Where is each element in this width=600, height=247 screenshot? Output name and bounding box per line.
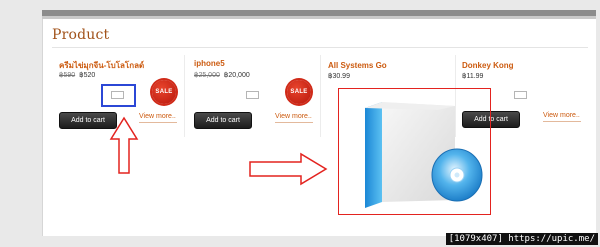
new-price: ฿520	[79, 72, 96, 79]
sale-badge: SALE	[287, 80, 311, 104]
product-price: ฿25,000 ฿20,000	[194, 71, 250, 79]
new-price: ฿11.99	[462, 73, 484, 80]
product-price: ฿590 ฿520	[59, 71, 95, 79]
column-divider	[320, 55, 321, 137]
right-arrow-annotation	[249, 152, 328, 186]
up-arrow-annotation	[109, 116, 139, 174]
title-divider	[52, 47, 588, 48]
highlight-box	[101, 84, 136, 107]
panel-top-bar-shadow	[42, 16, 596, 19]
product-price: ฿30.99	[328, 72, 350, 80]
view-more-link[interactable]: View more..	[139, 113, 176, 120]
sale-badge: SALE	[152, 80, 176, 104]
product-name[interactable]: All Systems Go	[328, 61, 387, 70]
product-name[interactable]: iphone5	[194, 59, 225, 68]
view-more-underline	[139, 122, 177, 123]
view-more-link[interactable]: View more..	[275, 113, 312, 120]
screenshot-stage: Product ครีมไข่มุกจีน-โบโลโกลด์ ฿590 ฿520…	[0, 0, 600, 247]
software-box-image[interactable]	[360, 98, 485, 210]
old-price: ฿25,000	[194, 72, 220, 79]
view-more-underline	[275, 122, 313, 123]
compare-checkbox[interactable]	[246, 91, 259, 99]
column-divider	[184, 55, 185, 137]
image-watermark: [1079x407] https://upic.me/	[445, 233, 598, 245]
old-price: ฿590	[59, 72, 76, 79]
new-price: ฿20,000	[223, 72, 250, 79]
new-price: ฿30.99	[328, 73, 350, 80]
view-more-underline	[543, 121, 581, 122]
section-title: Product	[52, 27, 110, 43]
add-to-cart-button[interactable]: Add to cart	[194, 112, 252, 129]
product-name[interactable]: Donkey Kong	[462, 61, 514, 70]
compare-checkbox[interactable]	[514, 91, 527, 99]
product-price: ฿11.99	[462, 72, 483, 80]
view-more-link[interactable]: View more..	[543, 112, 580, 119]
